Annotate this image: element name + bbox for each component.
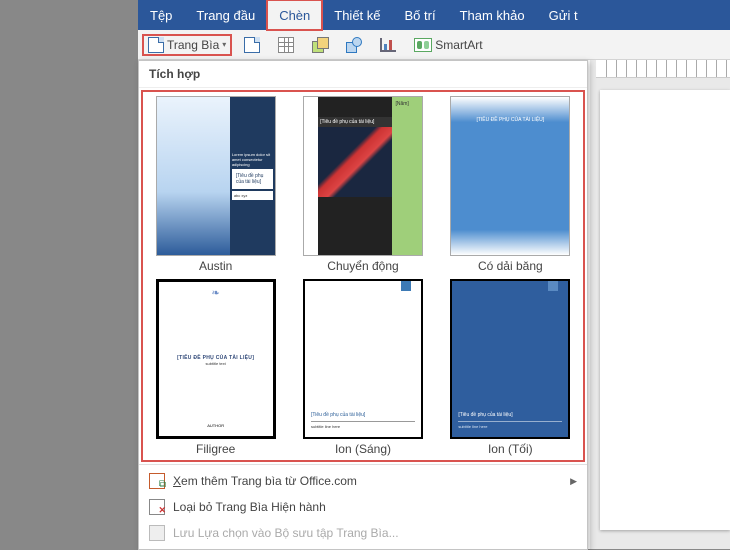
document-area bbox=[590, 60, 730, 549]
dropdown-section-header: Tích hợp bbox=[139, 61, 587, 88]
smartart-icon bbox=[414, 38, 432, 52]
cover-filigree[interactable]: ❧ [TIÊU ĐỀ PHỤ CỦA TÀI LIỆU] subtitle te… bbox=[147, 279, 284, 456]
document-page[interactable] bbox=[600, 90, 730, 530]
cover-motion[interactable]: [Tiêu đề phụ của tài liệu] [Năm] Chuyển … bbox=[294, 96, 431, 273]
cover-austin[interactable]: Lorem ipsum dolor sit amet consectetur a… bbox=[147, 96, 284, 273]
cover-gallery: Lorem ipsum dolor sit amet consectetur a… bbox=[139, 88, 587, 464]
cover-label: Ion (Tối) bbox=[488, 442, 533, 456]
cover-banded[interactable]: [TIÊU ĐỀ PHỤ CỦA TÀI LIỆU] Có dải băng bbox=[442, 96, 579, 273]
save-icon bbox=[149, 525, 165, 541]
shapes-icon bbox=[346, 37, 362, 53]
cover-ion-light[interactable]: [Tiêu đề phụ của tài liệu] subtitle line… bbox=[294, 279, 431, 456]
dropdown-menu: Xem thêm Trang bìa từ Office.com ▶ Loại … bbox=[139, 464, 587, 549]
table-button[interactable] bbox=[272, 34, 300, 56]
page-icon bbox=[244, 37, 260, 53]
cover-thumb: [Tiêu đề phụ của tài liệu] subtitle line… bbox=[303, 279, 423, 439]
tab-home[interactable]: Trang đầu bbox=[184, 0, 267, 30]
cover-thumb: [Tiêu đề phụ của tài liệu] subtitle line… bbox=[450, 279, 570, 439]
cover-label: Chuyển động bbox=[327, 259, 398, 273]
pictures-icon bbox=[312, 37, 328, 53]
cover-thumb: ❧ [TIÊU ĐỀ PHỤ CỦA TÀI LIỆU] subtitle te… bbox=[156, 279, 276, 439]
chart-icon bbox=[380, 38, 396, 52]
pictures-button[interactable] bbox=[306, 34, 334, 56]
cover-label: Có dải băng bbox=[478, 259, 543, 273]
office-icon bbox=[149, 473, 165, 489]
cover-label: Filigree bbox=[196, 442, 235, 456]
tab-mailings[interactable]: Gửi t bbox=[537, 0, 590, 30]
cover-label: Ion (Sáng) bbox=[335, 442, 391, 456]
menu-label: Lưu Lựa chọn vào Bộ sưu tập Trang Bìa... bbox=[173, 526, 399, 540]
page-icon bbox=[148, 37, 164, 53]
cover-label: Austin bbox=[199, 259, 232, 273]
cover-page-button[interactable]: Trang Bìa ▾ bbox=[142, 34, 232, 56]
menu-label: Loại bỏ Trang Bìa Hiện hành bbox=[173, 500, 326, 514]
shapes-button[interactable] bbox=[340, 34, 368, 56]
cover-thumb: [Tiêu đề phụ của tài liệu] [Năm] bbox=[303, 96, 423, 256]
blank-page-button[interactable] bbox=[238, 34, 266, 56]
tab-file[interactable]: Tệp bbox=[138, 0, 184, 30]
smartart-button[interactable]: SmartArt bbox=[408, 35, 488, 55]
cover-thumb: Lorem ipsum dolor sit amet consectetur a… bbox=[156, 96, 276, 256]
ribbon-tabstrip: Tệp Trang đầu Chèn Thiết kế Bố trí Tham … bbox=[138, 0, 730, 30]
menu-more-from-office[interactable]: Xem thêm Trang bìa từ Office.com ▶ bbox=[139, 468, 587, 494]
smartart-label: SmartArt bbox=[435, 38, 482, 52]
chart-button[interactable] bbox=[374, 35, 402, 55]
cover-ion-dark[interactable]: [Tiêu đề phụ của tài liệu] subtitle line… bbox=[442, 279, 579, 456]
table-icon bbox=[278, 37, 294, 53]
cover-page-dropdown: Tích hợp Lorem ipsum dolor sit amet cons… bbox=[138, 60, 588, 550]
chevron-down-icon: ▾ bbox=[222, 40, 226, 49]
ribbon-toolbar: Trang Bìa ▾ SmartArt bbox=[138, 30, 730, 60]
menu-label: Xem thêm Trang bìa từ Office.com bbox=[173, 474, 357, 488]
tab-insert[interactable]: Chèn bbox=[267, 0, 322, 30]
menu-save-selection: Lưu Lựa chọn vào Bộ sưu tập Trang Bìa... bbox=[139, 520, 587, 546]
horizontal-ruler[interactable] bbox=[596, 60, 730, 78]
tab-references[interactable]: Tham khảo bbox=[448, 0, 537, 30]
tab-design[interactable]: Thiết kế bbox=[322, 0, 392, 30]
remove-icon bbox=[149, 499, 165, 515]
word-window: Tệp Trang đầu Chèn Thiết kế Bố trí Tham … bbox=[138, 0, 730, 549]
cover-page-label: Trang Bìa bbox=[167, 38, 219, 52]
menu-remove-cover[interactable]: Loại bỏ Trang Bìa Hiện hành bbox=[139, 494, 587, 520]
cover-thumb: [TIÊU ĐỀ PHỤ CỦA TÀI LIỆU] bbox=[450, 96, 570, 256]
tab-layout[interactable]: Bố trí bbox=[393, 0, 448, 30]
submenu-arrow-icon: ▶ bbox=[570, 476, 577, 487]
